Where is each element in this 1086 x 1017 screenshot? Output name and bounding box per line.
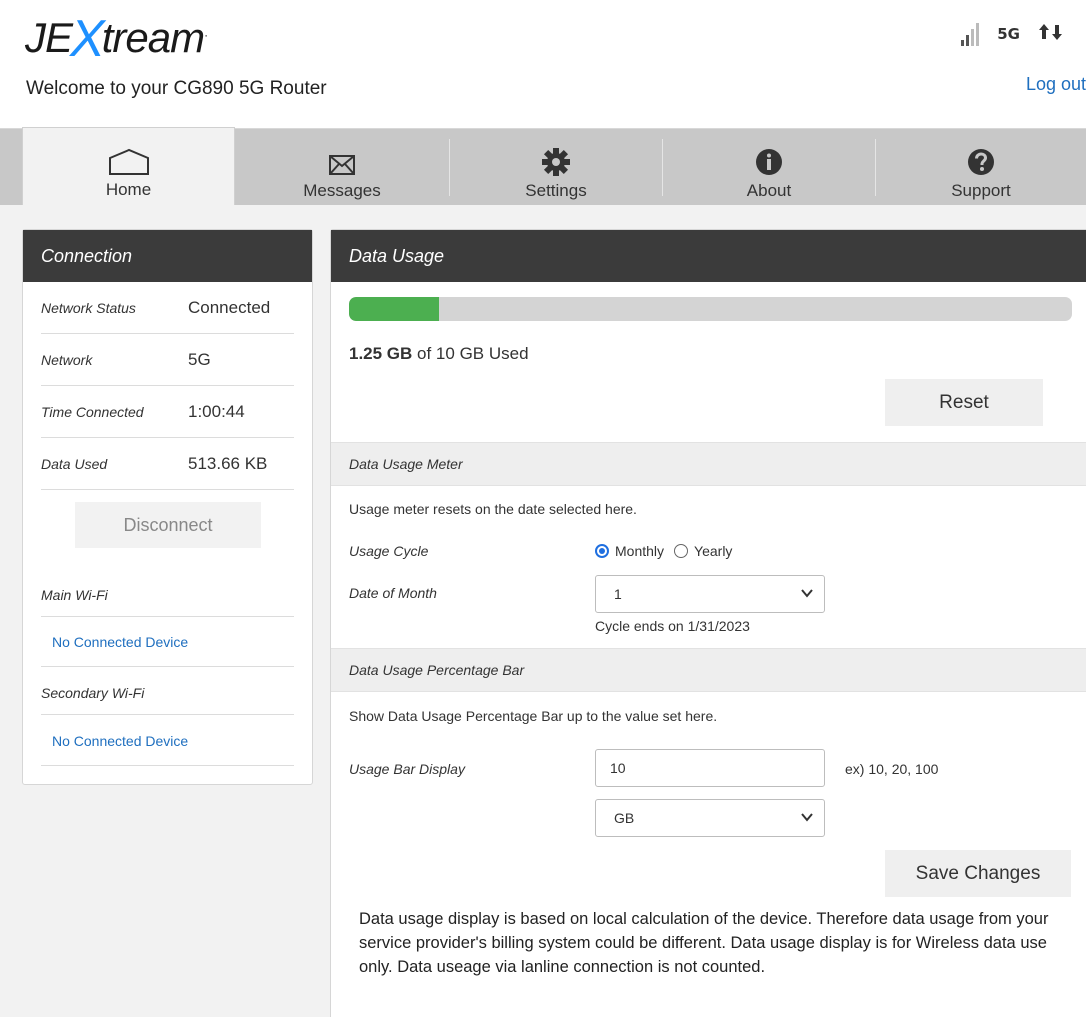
logo-text-left: JE bbox=[25, 14, 73, 61]
row-value: Connected bbox=[188, 297, 271, 317]
usage-cycle-radio-group: Monthly Yearly bbox=[595, 543, 732, 559]
tab-messages-label: Messages bbox=[303, 181, 381, 200]
connection-panel: Connection Network Status Connected Netw… bbox=[22, 229, 313, 785]
secondary-wifi-device-link[interactable]: No Connected Device bbox=[41, 716, 294, 766]
data-used-amount: 1.25 GB bbox=[349, 344, 413, 363]
up-down-arrows-icon bbox=[1038, 23, 1064, 46]
logo-text-right: tream bbox=[101, 14, 205, 61]
row-value: 513.66 KB bbox=[188, 453, 268, 473]
data-usage-panel-title: Data Usage bbox=[331, 230, 1086, 282]
tab-home-label: Home bbox=[105, 180, 152, 199]
connection-row-network: Network 5G bbox=[41, 334, 294, 386]
usage-bar-unit-value: GB bbox=[614, 810, 635, 826]
yearly-radio[interactable] bbox=[674, 544, 689, 558]
data-used-summary: 1.25 GB of 10 GB Used bbox=[349, 344, 529, 364]
data-usage-panel: Data Usage 1.25 GB of 10 GB Used Reset D… bbox=[330, 229, 1086, 1017]
tab-support-label: Support bbox=[951, 181, 1011, 200]
jextream-logo: JEXtream· bbox=[25, 10, 208, 68]
date-of-month-value: 1 bbox=[614, 586, 622, 602]
reset-button[interactable]: Reset bbox=[885, 379, 1043, 426]
connection-panel-title: Connection bbox=[23, 230, 312, 282]
logo-x: X bbox=[70, 10, 105, 68]
question-icon bbox=[966, 137, 996, 177]
welcome-text: Welcome to your CG890 5G Router bbox=[26, 78, 327, 99]
tab-about-label: About bbox=[746, 181, 792, 200]
data-usage-percentage-bar-header: Data Usage Percentage Bar bbox=[331, 648, 1086, 692]
main-wifi-label: Main Wi-Fi bbox=[41, 573, 294, 617]
tab-support[interactable]: Support bbox=[876, 129, 1086, 206]
yearly-radio-label[interactable]: Yearly bbox=[694, 543, 732, 559]
row-key: Network Status bbox=[41, 299, 136, 316]
envelope-icon bbox=[328, 137, 356, 177]
row-key: Network bbox=[41, 351, 93, 368]
connection-row-network-status: Network Status Connected bbox=[41, 282, 294, 334]
usage-bar-unit-select[interactable]: GB bbox=[595, 799, 825, 837]
tab-settings[interactable]: Settings bbox=[450, 129, 662, 206]
connection-row-time-connected: Time Connected 1:00:44 bbox=[41, 386, 294, 438]
usage-cycle-label: Usage Cycle bbox=[349, 543, 429, 559]
usage-bar-display-input[interactable]: 10 bbox=[595, 749, 825, 787]
cycle-end-text: Cycle ends on 1/31/2023 bbox=[595, 618, 750, 634]
row-key: Time Connected bbox=[41, 403, 144, 420]
row-key: Data Used bbox=[41, 455, 108, 472]
status-icons: 5G bbox=[961, 22, 1064, 46]
logo-mark: · bbox=[204, 28, 208, 42]
chevron-down-icon bbox=[801, 589, 813, 598]
info-icon bbox=[754, 137, 784, 177]
usage-bar-display-label: Usage Bar Display bbox=[349, 761, 465, 777]
data-usage-disclaimer: Data usage display is based on local cal… bbox=[359, 910, 1049, 976]
main-wifi-device-link[interactable]: No Connected Device bbox=[41, 617, 294, 667]
date-of-month-label: Date of Month bbox=[349, 585, 437, 601]
meter-description: Usage meter resets on the date selected … bbox=[349, 501, 637, 517]
disconnect-button[interactable]: Disconnect bbox=[75, 502, 261, 548]
row-value: 1:00:44 bbox=[188, 401, 245, 421]
data-used-suffix: of 10 GB Used bbox=[412, 344, 529, 363]
tab-home[interactable]: Home bbox=[22, 127, 235, 206]
gear-icon bbox=[541, 137, 571, 177]
data-usage-meter-header: Data Usage Meter bbox=[331, 442, 1086, 486]
data-usage-progress-fill bbox=[349, 297, 440, 321]
data-usage-progress-bar bbox=[349, 297, 1072, 321]
tab-messages[interactable]: Messages bbox=[235, 129, 449, 206]
percentage-bar-description: Show Data Usage Percentage Bar up to the… bbox=[349, 708, 718, 724]
signal-strength-icon bbox=[961, 22, 980, 46]
date-of-month-select[interactable]: 1 bbox=[595, 575, 825, 613]
network-type-badge: 5G bbox=[997, 25, 1020, 43]
row-value: 5G bbox=[188, 349, 211, 369]
monthly-radio[interactable] bbox=[595, 544, 609, 558]
tab-settings-label: Settings bbox=[525, 181, 587, 200]
page-header: JEXtream· Welcome to your CG890 5G Route… bbox=[0, 0, 1086, 128]
monthly-radio-label[interactable]: Monthly bbox=[615, 543, 664, 559]
home-icon bbox=[107, 136, 151, 176]
main-nav-tabs: Home Messages Settings About Support bbox=[0, 127, 1086, 206]
usage-bar-display-hint: ex) 10, 20, 100 bbox=[845, 761, 939, 777]
chevron-down-icon bbox=[801, 813, 813, 822]
tab-about[interactable]: About bbox=[663, 129, 875, 206]
secondary-wifi-label: Secondary Wi-Fi bbox=[41, 671, 294, 715]
connection-row-data-used: Data Used 513.66 KB bbox=[41, 438, 294, 490]
save-changes-button[interactable]: Save Changes bbox=[885, 850, 1071, 897]
usage-bar-display-value: 10 bbox=[610, 760, 626, 776]
logout-link[interactable]: Log out bbox=[1026, 74, 1086, 95]
